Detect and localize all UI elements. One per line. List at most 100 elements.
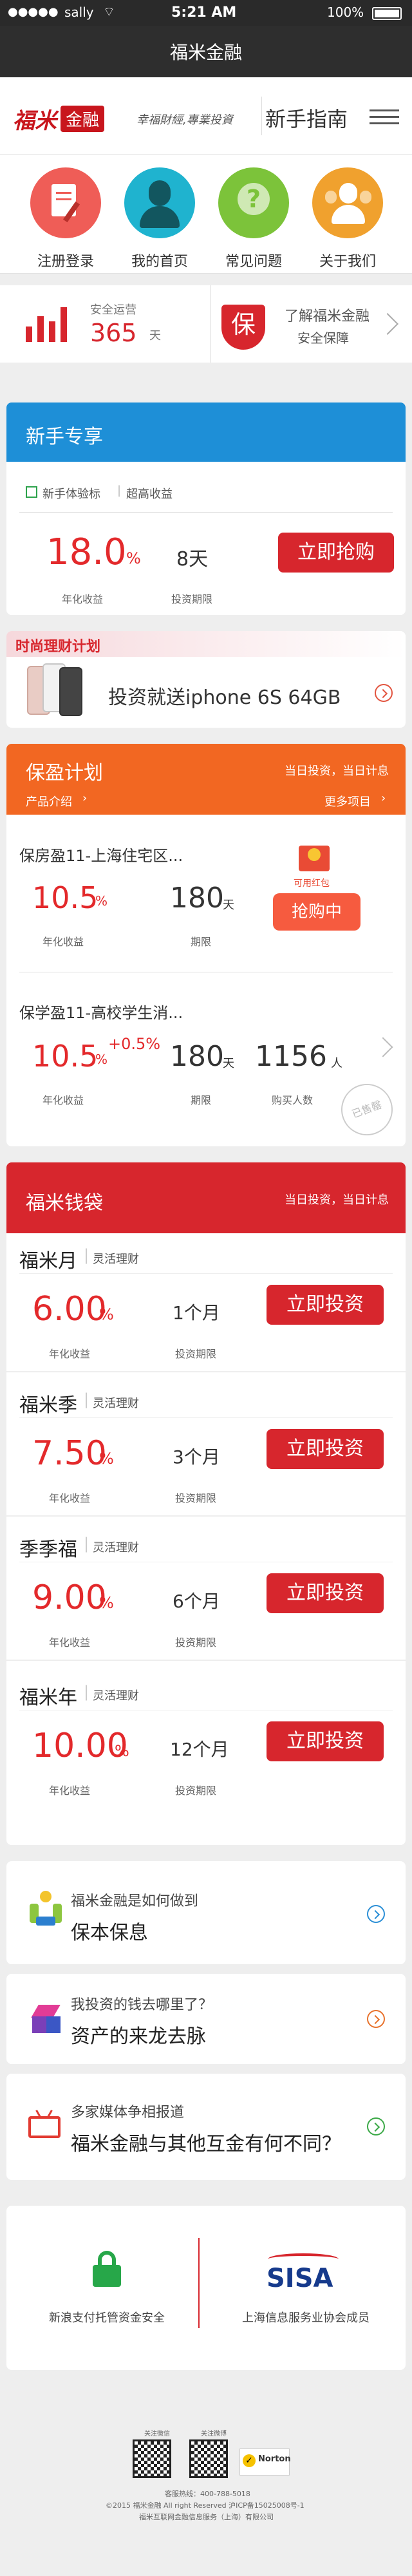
nav-bar: 福米金融 xyxy=(0,26,412,77)
percent-sign: % xyxy=(115,1742,129,1760)
wallet-card: 福米钱袋 当日投资，当日计息 福米月 | 灵活理财 6.00 % 年化收益 1个… xyxy=(6,1162,406,1845)
info-card[interactable]: 多家媒体争相报道 福米金融与其他互金有何不同？ xyxy=(6,2074,406,2180)
wallet-product-tag: 灵活理财 xyxy=(93,1397,139,1410)
baoying-header: 保盈计划 当日投资，当日计息 产品介绍 › 更多项目 › xyxy=(6,744,406,815)
wallet-product-name[interactable]: 季季福 xyxy=(19,1533,77,1562)
newbie-card: 新手专享 新手体验标 | 超高收益 18.0 % 年化收益 8天 投资期限 立即… xyxy=(6,402,406,615)
term-label: 期限 xyxy=(191,936,212,948)
newbie-term: 8天 xyxy=(176,548,209,571)
wallet-product-name[interactable]: 福米月 xyxy=(19,1245,77,1273)
logo: 福米 金融 xyxy=(13,103,105,135)
bonus-rate: +0.5% xyxy=(108,1035,161,1053)
buy-now-button[interactable]: 立即抢购 xyxy=(278,533,394,573)
product-name[interactable]: 保房盈11-上海住宅区... xyxy=(19,843,183,866)
product-name[interactable]: 保学盈11-高校学生消... xyxy=(19,1000,183,1023)
separator: | xyxy=(84,1683,89,1701)
product-intro-link[interactable]: 产品介绍 xyxy=(26,793,72,810)
product-term: 180 xyxy=(170,1040,224,1073)
wallet-header: 福米钱袋 当日投资，当日计息 xyxy=(6,1162,406,1233)
wallet-rate: 6.00 xyxy=(32,1290,107,1329)
chevron-right-icon[interactable] xyxy=(367,2117,385,2136)
rate-label: 年化收益 xyxy=(42,936,84,948)
sold-out-stamp: 已售罄 xyxy=(333,1076,400,1143)
chevron-right-icon[interactable] xyxy=(377,313,398,335)
term-label: 投资期限 xyxy=(175,1348,217,1360)
divider xyxy=(210,285,211,363)
chevron-right-icon[interactable]: › xyxy=(82,791,87,805)
rate-label: 年化收益 xyxy=(49,1785,91,1797)
divider xyxy=(19,1417,393,1418)
term-label: 期限 xyxy=(191,1094,212,1106)
term-label: 投资期限 xyxy=(175,1785,217,1797)
info-card[interactable]: 我投资的钱去哪里了？ 资产的来龙去脉 xyxy=(6,1974,406,2064)
divider xyxy=(6,1371,406,1372)
carrier-label: sally xyxy=(64,5,94,20)
wechat-qr-code xyxy=(133,2439,171,2478)
chevron-right-icon[interactable] xyxy=(367,1905,385,1923)
product-rate: 10.5 xyxy=(32,1039,98,1074)
status-bar: ●●●●● sally ⌔ 5:21 AM 100% xyxy=(0,0,412,26)
red-envelope-badge: 可用红包 xyxy=(294,878,330,889)
divider xyxy=(6,1515,406,1517)
buyer-count: 1156 xyxy=(255,1040,327,1073)
wallet-product-name[interactable]: 福米年 xyxy=(19,1681,77,1710)
divider xyxy=(198,2238,200,2328)
invest-now-button[interactable]: 立即投资 xyxy=(267,1721,384,1761)
invest-now-button[interactable]: 立即投资 xyxy=(267,1429,384,1469)
invest-now-button[interactable]: 立即投资 xyxy=(267,1285,384,1325)
quick-link-home[interactable]: 我的首页 xyxy=(108,167,211,270)
copyright: ©2015 福米金融 All right Reserved 沪ICP备15025… xyxy=(106,2501,304,2510)
safety-row: 安全运营 365 天 保 了解福米金融 安全保障 xyxy=(0,285,412,363)
buyers-label: 购买人数 xyxy=(272,1094,314,1106)
newbie-header: 新手专享 xyxy=(6,402,406,462)
promo-text: 投资就送iphone 6S 64GB xyxy=(108,687,341,709)
separator: | xyxy=(84,1535,89,1553)
page-title: 福米金融 xyxy=(169,42,242,63)
wallet-product-name[interactable]: 福米季 xyxy=(19,1389,77,1417)
sisa-logo: SISA xyxy=(267,2264,333,2293)
info-question: 多家媒体争相报道 xyxy=(71,2105,185,2121)
chevron-right-icon[interactable]: › xyxy=(381,791,386,805)
info-card[interactable]: 福米金融是如何做到 保本保息 xyxy=(6,1861,406,1964)
divider xyxy=(261,97,262,135)
user-icon xyxy=(124,167,195,238)
separator: | xyxy=(84,1390,89,1408)
iphone-image xyxy=(23,662,88,721)
divider xyxy=(19,1273,393,1274)
hotline: 客服热线：400-788-5018 xyxy=(165,2490,250,2498)
safety-link-title[interactable]: 了解福米金融 xyxy=(285,305,370,325)
rate-label: 年化收益 xyxy=(62,593,104,605)
quick-link-register[interactable]: 注册登录 xyxy=(14,167,117,270)
weibo-qr-code xyxy=(189,2439,228,2478)
menu-icon[interactable] xyxy=(370,109,399,124)
term-label: 投资期限 xyxy=(175,1492,217,1504)
promo-card[interactable]: 时尚理财计划 投资就送iphone 6S 64GB xyxy=(6,631,406,728)
battery-icon xyxy=(372,7,402,20)
chevron-right-icon[interactable] xyxy=(375,684,393,702)
percent-sign: % xyxy=(99,1305,114,1323)
quick-link-faq[interactable]: ? 常见问题 xyxy=(202,167,305,270)
norton-badge: ✓ Norton xyxy=(239,2448,291,2476)
guide-link[interactable]: 新手指南 xyxy=(265,103,348,133)
percent-sign: % xyxy=(99,1594,114,1612)
buying-button[interactable]: 抢购中 xyxy=(273,893,360,931)
rate-label: 年化收益 xyxy=(49,1492,91,1504)
newbie-tag2: 超高收益 xyxy=(126,488,173,501)
chevron-right-icon[interactable] xyxy=(373,1037,393,1057)
company-name: 福米互联网金融信息服务（上海）有限公司 xyxy=(139,2513,274,2521)
quick-link-about[interactable]: 关于我们 xyxy=(296,167,399,270)
invest-now-button[interactable]: 立即投资 xyxy=(267,1573,384,1613)
operation-days: 365 xyxy=(90,319,137,347)
days-unit: 天 xyxy=(149,329,161,343)
safety-link-sub[interactable]: 安全保障 xyxy=(297,328,349,346)
partner-sisa-label: 上海信息服务业协会成员 xyxy=(242,2311,370,2325)
wallet-product-tag: 灵活理财 xyxy=(93,1541,139,1555)
wifi-icon: ⌔ xyxy=(103,4,115,19)
wallet-rate: 9.00 xyxy=(32,1578,107,1617)
quick-links: 注册登录 我的首页 ? 常见问题 关于我们 xyxy=(0,155,412,274)
product-term: 180 xyxy=(170,882,224,914)
chevron-right-icon[interactable] xyxy=(367,2010,385,2028)
operation-label: 安全运营 xyxy=(90,303,136,317)
more-projects-link[interactable]: 更多项目 xyxy=(324,793,371,810)
newbie-rate: 18.0 xyxy=(46,531,127,573)
